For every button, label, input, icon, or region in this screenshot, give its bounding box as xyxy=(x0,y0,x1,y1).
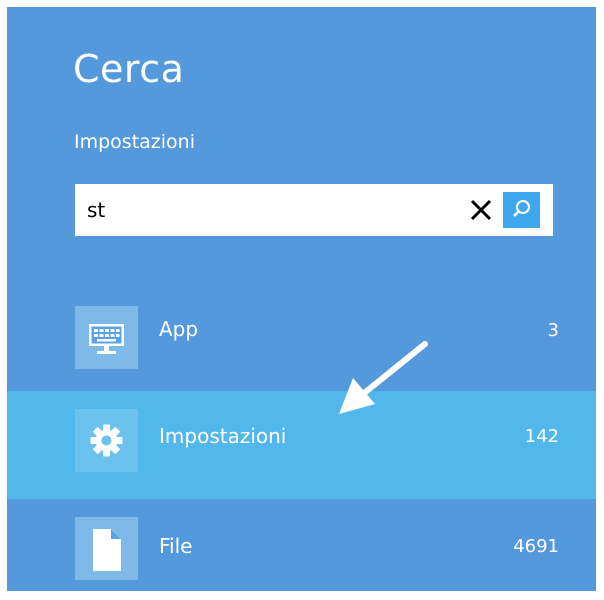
search-box xyxy=(75,184,553,236)
clear-icon[interactable] xyxy=(467,196,495,224)
result-item-impostazioni[interactable]: Impostazioni 142 xyxy=(7,391,596,499)
result-count: 3 xyxy=(547,320,559,341)
search-input[interactable] xyxy=(75,184,443,236)
search-icon xyxy=(513,200,530,217)
gear-icon xyxy=(75,409,138,472)
search-scope-selector[interactable]: Impostazioni xyxy=(74,131,195,153)
result-label: App xyxy=(159,317,199,341)
annotation-arrow-icon xyxy=(339,341,428,414)
search-charm-panel: Cerca Impostazioni st App 3 Impostazioni… xyxy=(7,7,596,591)
result-item-app[interactable]: App 3 xyxy=(7,295,596,391)
document-icon xyxy=(75,517,138,580)
search-button[interactable] xyxy=(503,192,540,228)
result-count: 142 xyxy=(524,426,559,447)
result-label: File xyxy=(159,534,193,558)
keyboard-monitor-icon xyxy=(75,306,138,369)
result-label: Impostazioni xyxy=(159,424,287,448)
page-title: Cerca xyxy=(73,47,185,91)
result-item-file[interactable]: File 4691 xyxy=(7,499,596,591)
result-count: 4691 xyxy=(513,536,559,557)
